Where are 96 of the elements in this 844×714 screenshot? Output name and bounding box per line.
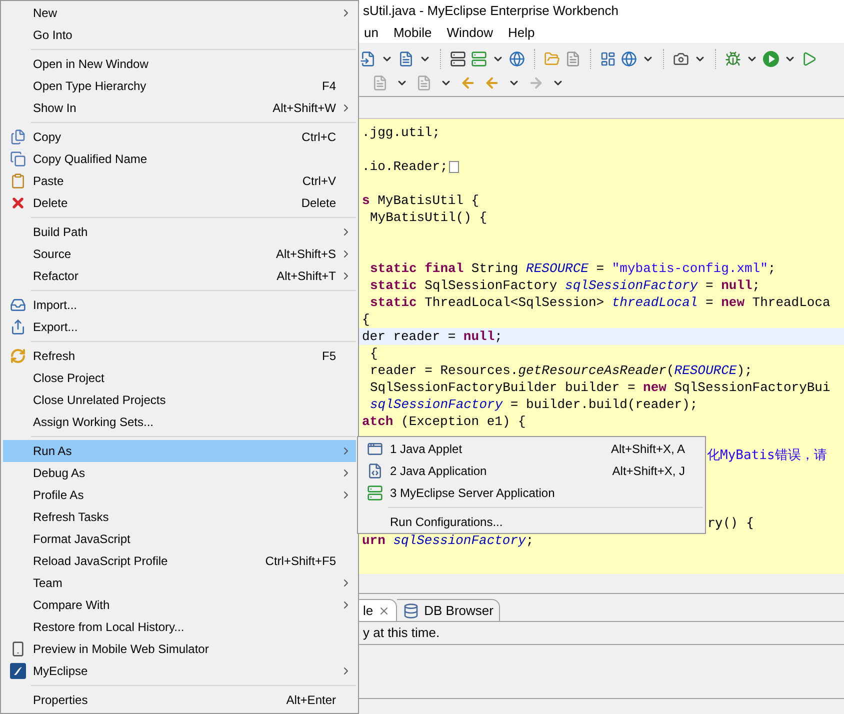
menu-item[interactable]: Format JavaScript (3, 528, 356, 550)
chart-icon[interactable] (600, 50, 616, 66)
panel-tab[interactable]: DB Browser (397, 599, 500, 621)
menu-item[interactable]: Delete Delete (3, 192, 356, 214)
menu-item[interactable]: Refactor Alt+Shift+T (3, 265, 356, 287)
menu-item[interactable]: Restore from Local History... (3, 616, 356, 638)
shortcut-label: Alt+Shift+S (276, 246, 336, 263)
menu-item[interactable]: Debug As (3, 462, 356, 484)
code-line: .jgg.util; (362, 124, 440, 142)
menu-bar-item[interactable]: un (364, 22, 378, 42)
menu-item[interactable]: Export... (3, 316, 356, 338)
play-icon[interactable] (763, 50, 779, 66)
code-line: { (362, 310, 370, 329)
menu-bar-item[interactable]: Window (446, 22, 494, 42)
documents-icon (10, 151, 26, 167)
menu-item[interactable]: New (3, 2, 356, 24)
tray-icon (10, 297, 26, 313)
menu-item[interactable]: Open Type Hierarchy F4 (3, 75, 356, 97)
menu-item[interactable]: Paste Ctrl+V (3, 170, 356, 192)
menu-item[interactable]: Open in New Window (3, 53, 356, 75)
menu-item[interactable]: Reload JavaScript Profile Ctrl+Shift+F5 (3, 550, 356, 572)
code-line: atch (Exception e1) { (362, 412, 526, 431)
code-line: static ThreadLocal<SqlSession> threadLocal = new ThreadLoca (370, 294, 830, 312)
menu-item[interactable]: Source Alt+Shift+S (3, 243, 356, 265)
shortcut-label: F4 (322, 78, 336, 95)
code-line: sqlSessionFactory = builder.build(reader); (370, 396, 698, 414)
menu-item[interactable]: 1 Java Applet Alt+Shift+X, A (360, 438, 703, 460)
tray-arrow-icon (10, 319, 26, 335)
camera-icon[interactable] (673, 50, 689, 66)
window-title: sUtil.java - MyEclipse Enterprise Workbench (363, 2, 619, 20)
menu-item[interactable]: Compare With (3, 594, 356, 616)
server-icon[interactable] (450, 50, 466, 66)
menu-item[interactable]: Refresh F5 (3, 345, 356, 367)
menu-item[interactable]: Close Project (3, 367, 356, 389)
refresh-icon (10, 348, 26, 364)
shortcut-label: Ctrl+Shift+F5 (265, 553, 336, 570)
shortcut-label: Delete (301, 195, 336, 212)
play-icon[interactable] (801, 50, 817, 66)
menu-item[interactable]: MyEclipse (3, 660, 356, 682)
code-line: s MyBatisUtil { (362, 192, 480, 210)
code-line: SqlSessionFactoryBuilder builder = new SqlSessionFactoryBui (370, 378, 830, 397)
menu-item[interactable]: Import... (3, 294, 356, 316)
shortcut-label: Alt+Shift+X, A (610, 441, 685, 458)
code-line: MyBatisUtil() { (370, 208, 488, 227)
globe-icon[interactable] (621, 50, 637, 66)
menu-item[interactable]: Preview in Mobile Web Simulator (3, 638, 356, 660)
shortcut-label: Alt+Shift+T (276, 268, 336, 285)
database-icon (403, 602, 420, 618)
menu-item[interactable]: 3 MyEclipse Server Application (360, 482, 703, 504)
bug-icon[interactable] (725, 50, 741, 66)
phone-icon (10, 641, 26, 657)
menu-item[interactable]: 2 Java Application Alt+Shift+X, J (360, 460, 703, 482)
code-line: ry() { (707, 514, 754, 533)
code-line: urn sqlSessionFactory; (362, 532, 534, 550)
clipboard-icon (10, 173, 26, 189)
close-icon[interactable] (378, 604, 390, 616)
code-line: .io.Reader; (362, 158, 448, 176)
menu-item[interactable]: Close Unrelated Projects (3, 389, 356, 411)
menu-item[interactable]: Assign Working Sets... (3, 411, 356, 433)
shortcut-label: Alt+Enter (286, 692, 336, 709)
panel-message: y at this time. (363, 624, 440, 642)
shortcut-label: Alt+Shift+W (272, 100, 336, 117)
window-icon (367, 441, 383, 457)
document-icon[interactable] (398, 50, 414, 66)
menu-bar-item[interactable]: Mobile (393, 22, 432, 42)
documents-icon (10, 129, 26, 145)
shortcut-label: Alt+Shift+X, J (612, 463, 685, 480)
code-line: { (370, 344, 378, 363)
shortcut-label: F5 (322, 348, 336, 365)
delete-icon (10, 195, 26, 211)
menu-item[interactable]: Show In Alt+Shift+W (3, 97, 356, 119)
document-icon[interactable] (565, 50, 581, 66)
menu-item[interactable]: Run As (3, 440, 356, 462)
menu-item[interactable]: Refresh Tasks (3, 506, 356, 528)
shortcut-label: Ctrl+C (302, 129, 336, 146)
shortcut-label: Ctrl+V (302, 173, 336, 190)
globe-icon[interactable] (509, 50, 525, 66)
menu-item[interactable]: Copy Qualified Name (3, 148, 356, 170)
code-line: reader = Resources.getResourceAsReader(RESOURCE); (370, 362, 752, 380)
menu-item[interactable]: Run Configurations... (360, 511, 703, 533)
code-line: static final String RESOURCE = "mybatis-config.xml"; (370, 260, 776, 278)
code-line: static SqlSessionFactory sqlSessionFactory = null; (370, 276, 760, 295)
menu-item[interactable]: Copy Ctrl+C (3, 126, 356, 148)
menu-item[interactable]: Build Path (3, 221, 356, 243)
document-icon[interactable] (360, 50, 376, 66)
menu-item[interactable]: Profile As (3, 484, 356, 506)
panel-tab[interactable]: le (357, 599, 398, 621)
code-line: 化MyBatis错误，请 (707, 446, 827, 465)
menu-item[interactable]: Team (3, 572, 356, 594)
logo-icon (10, 663, 26, 679)
menu-item[interactable]: Properties Alt+Enter (3, 689, 356, 711)
menu-item[interactable]: Go Into (3, 24, 356, 46)
code-line: der reader = null; (362, 328, 502, 346)
code-file-icon (367, 463, 383, 479)
menu-bar-item[interactable]: Help (508, 22, 535, 42)
server-icon (367, 485, 383, 501)
